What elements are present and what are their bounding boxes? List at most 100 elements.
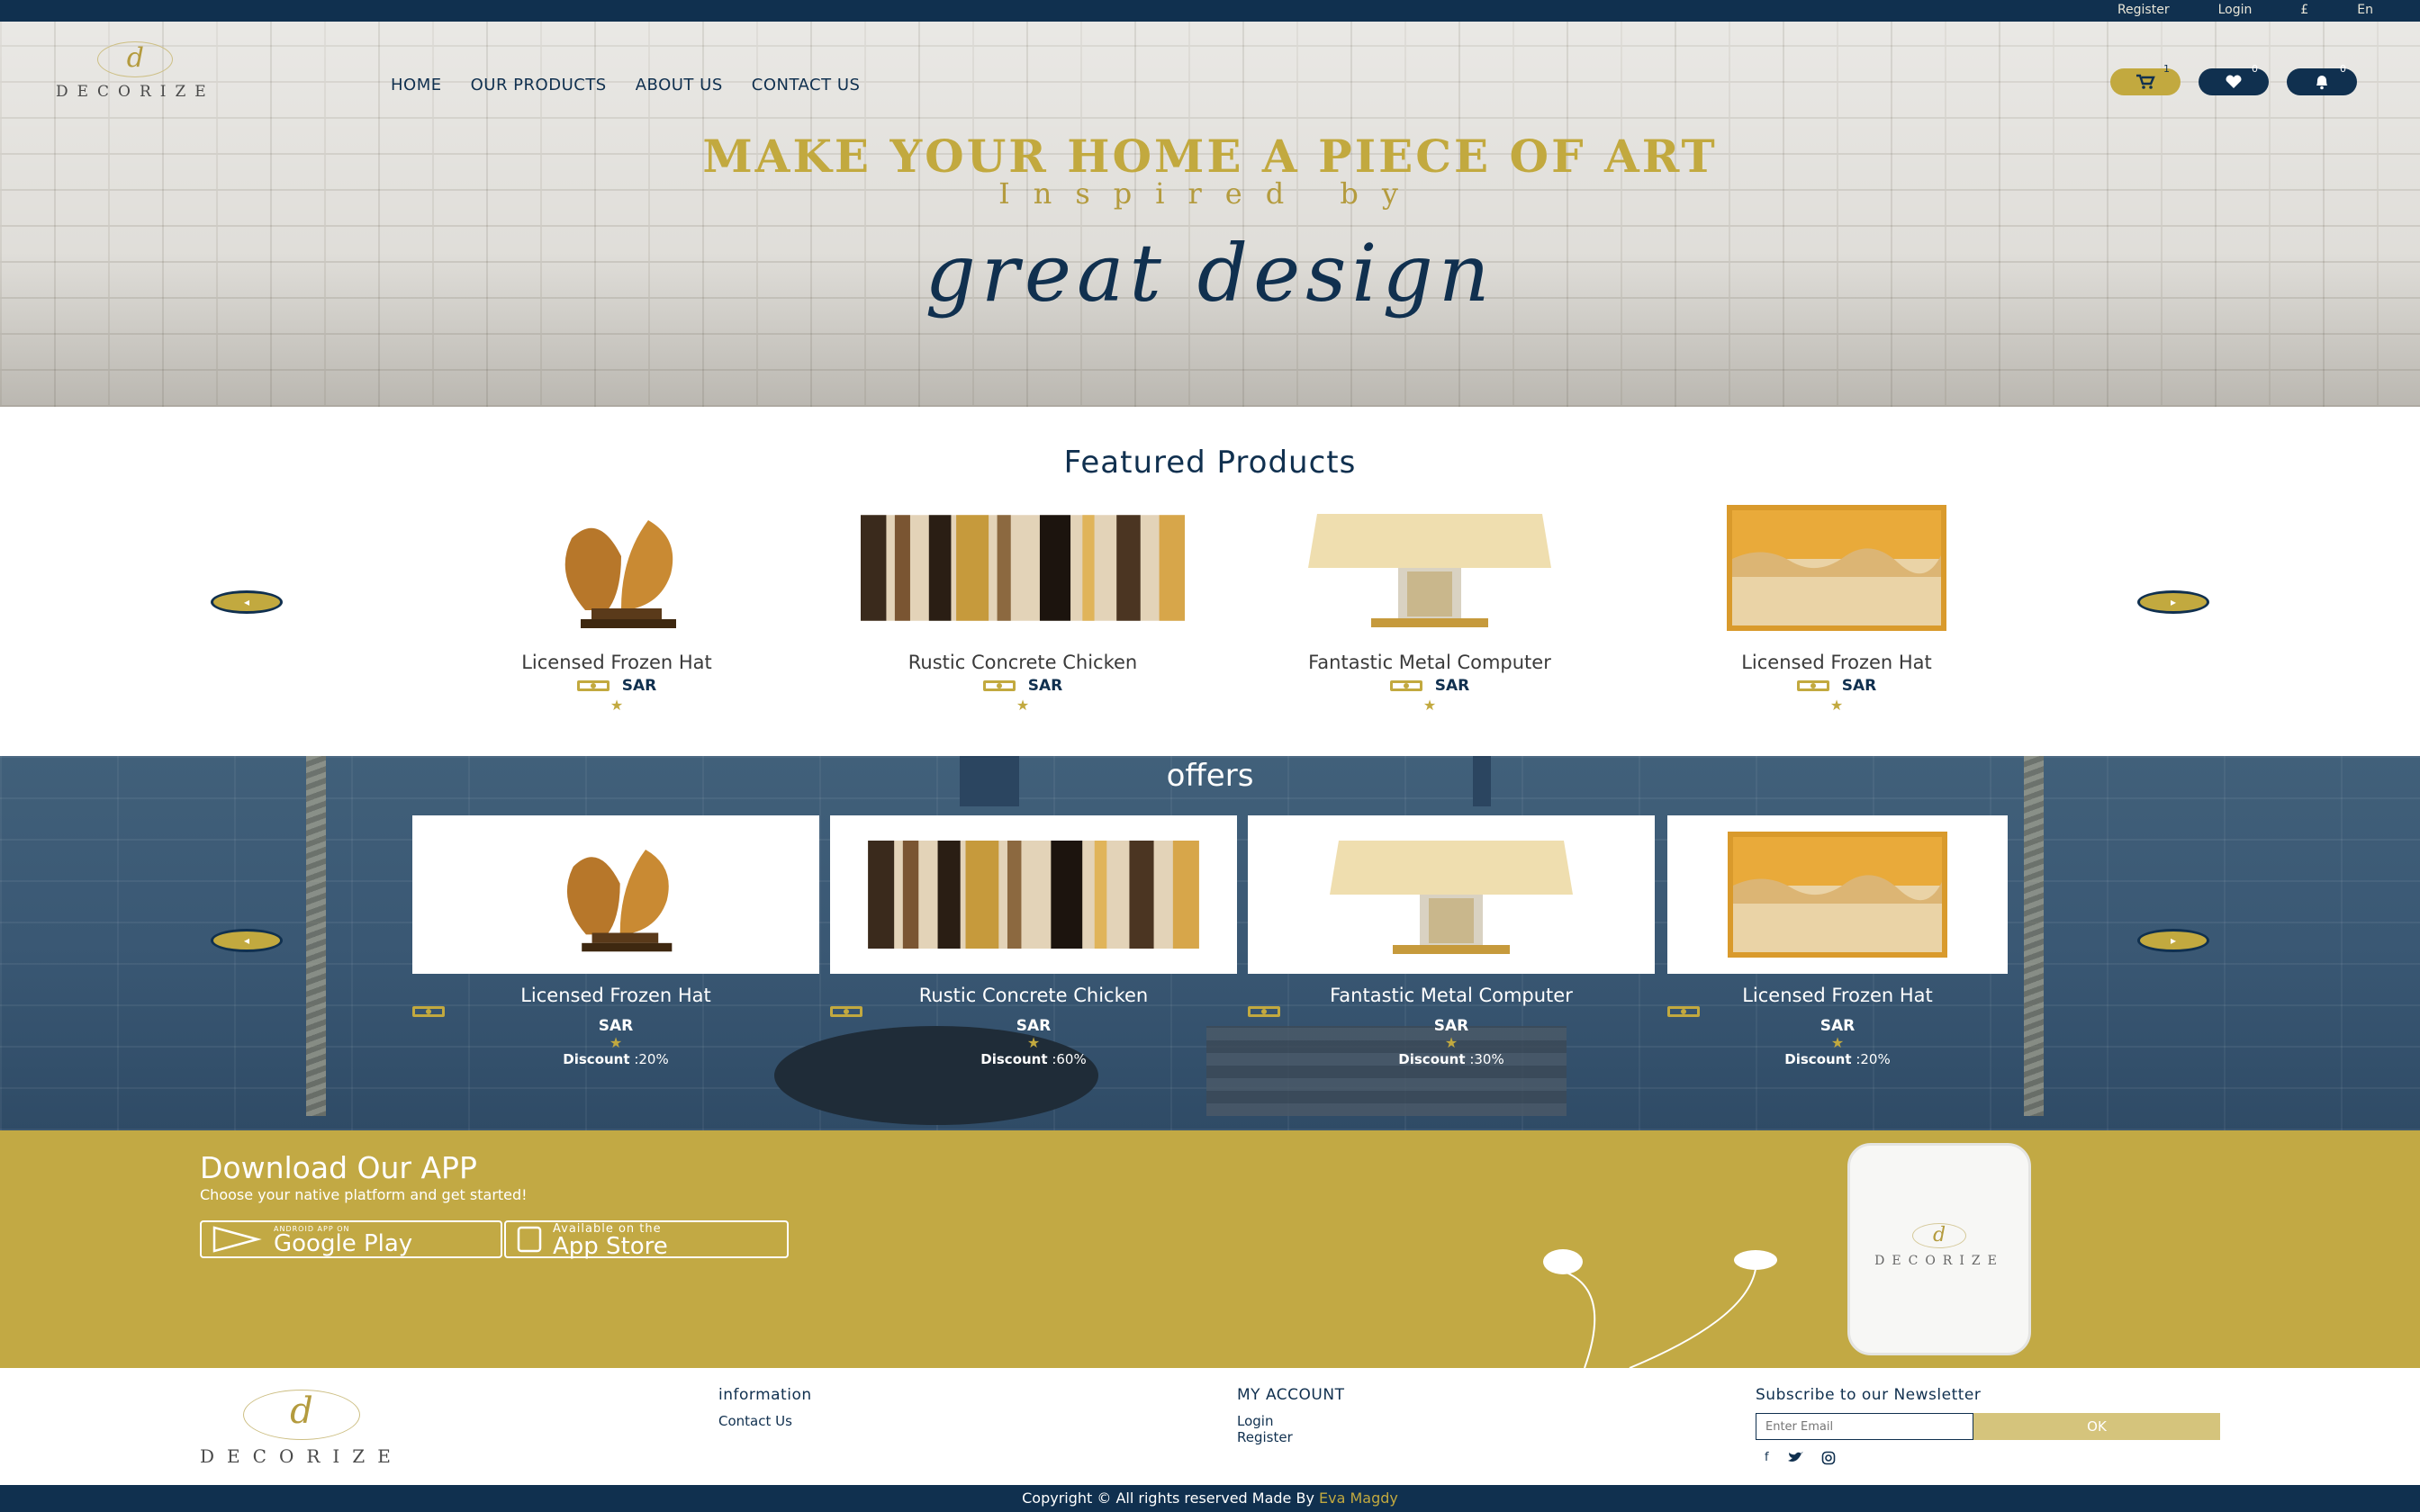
currency-switch[interactable]: £ bbox=[2300, 3, 2308, 17]
heart-icon bbox=[2226, 75, 2242, 88]
instagram-icon[interactable] bbox=[1821, 1451, 1836, 1465]
hero-subtitle: Inspired by bbox=[998, 176, 1422, 211]
offer-card[interactable]: Licensed Frozen Hat SAR ★ Discount :20% bbox=[412, 815, 819, 1067]
product-image[interactable] bbox=[1675, 500, 1999, 635]
featured-product-card[interactable]: Rustic Concrete Chicken SAR ★ bbox=[861, 500, 1185, 714]
register-link[interactable]: Register bbox=[2118, 3, 2170, 17]
price-currency: SAR bbox=[1027, 677, 1063, 695]
newsletter-title: Subscribe to our Newsletter bbox=[1756, 1386, 1982, 1404]
background-rope bbox=[2024, 756, 2044, 1116]
cart-count: 1 bbox=[2163, 63, 2170, 75]
offers-title: offers bbox=[1166, 758, 1254, 794]
footer-logo[interactable]: d DECORIZE bbox=[200, 1390, 403, 1467]
money-icon bbox=[1667, 1006, 1700, 1017]
product-image[interactable] bbox=[861, 500, 1185, 635]
facebook-icon[interactable]: f bbox=[1765, 1451, 1769, 1465]
price-currency: SAR bbox=[1820, 1017, 1856, 1035]
footer-info-title: information bbox=[718, 1386, 812, 1404]
discount-label: Discount :20% bbox=[563, 1051, 669, 1067]
footer-account-title: MY ACCOUNT bbox=[1237, 1386, 1345, 1404]
product-name[interactable]: Rustic Concrete Chicken bbox=[830, 985, 1237, 1006]
google-play-button[interactable]: ANDROID APP ON Google Play bbox=[200, 1220, 502, 1258]
social-links: f bbox=[1765, 1451, 1836, 1465]
featured-product-card[interactable]: Licensed Frozen Hat SAR ★ bbox=[455, 500, 779, 714]
logo[interactable]: d DECORIZE bbox=[56, 41, 215, 101]
product-price: SAR bbox=[1667, 1006, 2008, 1035]
star-icon: ★ bbox=[1444, 1034, 1458, 1051]
product-image[interactable] bbox=[1667, 815, 2008, 974]
footer-my-account: MY ACCOUNT Login Register bbox=[1237, 1386, 1344, 1445]
product-price: SAR bbox=[1248, 1006, 1655, 1035]
discount-label: Discount :20% bbox=[1784, 1051, 1891, 1067]
nav-our-products[interactable]: OUR PRODUCTS bbox=[471, 76, 607, 94]
hero-script-text: great design bbox=[925, 227, 1495, 320]
logo-wordmark: DECORIZE bbox=[200, 1445, 403, 1467]
footer-register-link[interactable]: Register bbox=[1237, 1429, 1344, 1445]
bell-icon bbox=[2316, 76, 2327, 90]
app-store-button[interactable]: Available on the App Store bbox=[504, 1220, 789, 1258]
brick-wall-texture bbox=[0, 22, 2420, 407]
discount-label: Discount :60% bbox=[980, 1051, 1087, 1067]
offer-card[interactable]: Fantastic Metal Computer SAR ★ Discount … bbox=[1248, 815, 1655, 1067]
copyright-bar: Copyright © All rights reserved Made By … bbox=[0, 1485, 2420, 1512]
header-icons: 1 0 0 bbox=[2110, 63, 2357, 95]
nav-home[interactable]: HOME bbox=[391, 76, 442, 94]
product-image[interactable] bbox=[830, 815, 1237, 974]
notifications-count: 0 bbox=[2340, 63, 2346, 75]
login-link[interactable]: Login bbox=[2218, 3, 2253, 17]
star-icon: ★ bbox=[1829, 697, 1844, 714]
wishlist-button[interactable]: 0 bbox=[2199, 63, 2269, 95]
nav-about-us[interactable]: ABOUT US bbox=[636, 76, 723, 94]
product-image[interactable] bbox=[412, 815, 819, 974]
offers-next-arrow[interactable]: ▸ bbox=[2137, 929, 2209, 952]
logo-mark: d bbox=[242, 1390, 360, 1440]
featured-product-card[interactable]: Licensed Frozen Hat SAR ★ bbox=[1675, 500, 1999, 714]
product-price: SAR bbox=[1268, 677, 1592, 695]
star-icon: ★ bbox=[1026, 1034, 1041, 1051]
offer-card[interactable]: Licensed Frozen Hat SAR ★ Discount :20% bbox=[1667, 815, 2008, 1067]
product-image[interactable] bbox=[1248, 815, 1655, 974]
author-link[interactable]: Eva Magdy bbox=[1319, 1490, 1398, 1507]
price-currency: SAR bbox=[1016, 1017, 1052, 1035]
discount-label: Discount :30% bbox=[1398, 1051, 1504, 1067]
product-name[interactable]: Licensed Frozen Hat bbox=[1667, 985, 2008, 1006]
copyright-text: Copyright © All rights reserved Made By bbox=[1022, 1490, 1314, 1507]
featured-prev-arrow[interactable]: ◂ bbox=[211, 590, 283, 614]
cart-button[interactable]: 1 bbox=[2110, 63, 2181, 95]
product-name[interactable]: Fantastic Metal Computer bbox=[1248, 985, 1655, 1006]
star-icon: ★ bbox=[1016, 697, 1030, 714]
footer-login-link[interactable]: Login bbox=[1237, 1413, 1344, 1429]
star-icon: ★ bbox=[1422, 697, 1437, 714]
newsletter-email-input[interactable] bbox=[1756, 1413, 1973, 1440]
price-currency: SAR bbox=[1841, 677, 1877, 695]
product-name[interactable]: Licensed Frozen Hat bbox=[455, 652, 779, 673]
twitter-icon[interactable] bbox=[1787, 1451, 1803, 1463]
product-name[interactable]: Licensed Frozen Hat bbox=[1675, 652, 1999, 673]
language-switch[interactable]: En bbox=[2357, 3, 2373, 17]
money-icon bbox=[1248, 1006, 1280, 1017]
app-store-label: App Store bbox=[553, 1232, 668, 1260]
notifications-button[interactable]: 0 bbox=[2287, 63, 2357, 95]
app-title: Download Our APP bbox=[200, 1150, 477, 1185]
product-name[interactable]: Fantastic Metal Computer bbox=[1268, 652, 1592, 673]
product-name[interactable]: Rustic Concrete Chicken bbox=[861, 652, 1185, 673]
newsletter-ok-button[interactable]: OK bbox=[1973, 1413, 2220, 1440]
star-icon: ★ bbox=[1830, 1034, 1845, 1051]
featured-product-card[interactable]: Fantastic Metal Computer SAR ★ bbox=[1268, 500, 1592, 714]
offers-prev-arrow[interactable]: ◂ bbox=[211, 929, 283, 952]
tablet-icon bbox=[517, 1226, 542, 1253]
product-image[interactable] bbox=[1268, 500, 1592, 635]
featured-next-arrow[interactable]: ▸ bbox=[2137, 590, 2209, 614]
product-price: SAR bbox=[1675, 677, 1999, 695]
nav-contact-us[interactable]: CONTACT US bbox=[752, 76, 861, 94]
product-price: SAR bbox=[830, 1006, 1237, 1035]
footer-contact-link[interactable]: Contact Us bbox=[718, 1413, 812, 1429]
footer-information: information Contact Us bbox=[718, 1386, 812, 1429]
price-currency: SAR bbox=[1434, 677, 1470, 695]
money-icon bbox=[576, 680, 610, 691]
product-image[interactable] bbox=[455, 500, 779, 635]
phone-mockup: d DECORIZE bbox=[1847, 1143, 2031, 1355]
offer-card[interactable]: Rustic Concrete Chicken SAR ★ Discount :… bbox=[830, 815, 1237, 1067]
wishlist-count: 0 bbox=[2252, 63, 2258, 75]
product-name[interactable]: Licensed Frozen Hat bbox=[412, 985, 819, 1006]
